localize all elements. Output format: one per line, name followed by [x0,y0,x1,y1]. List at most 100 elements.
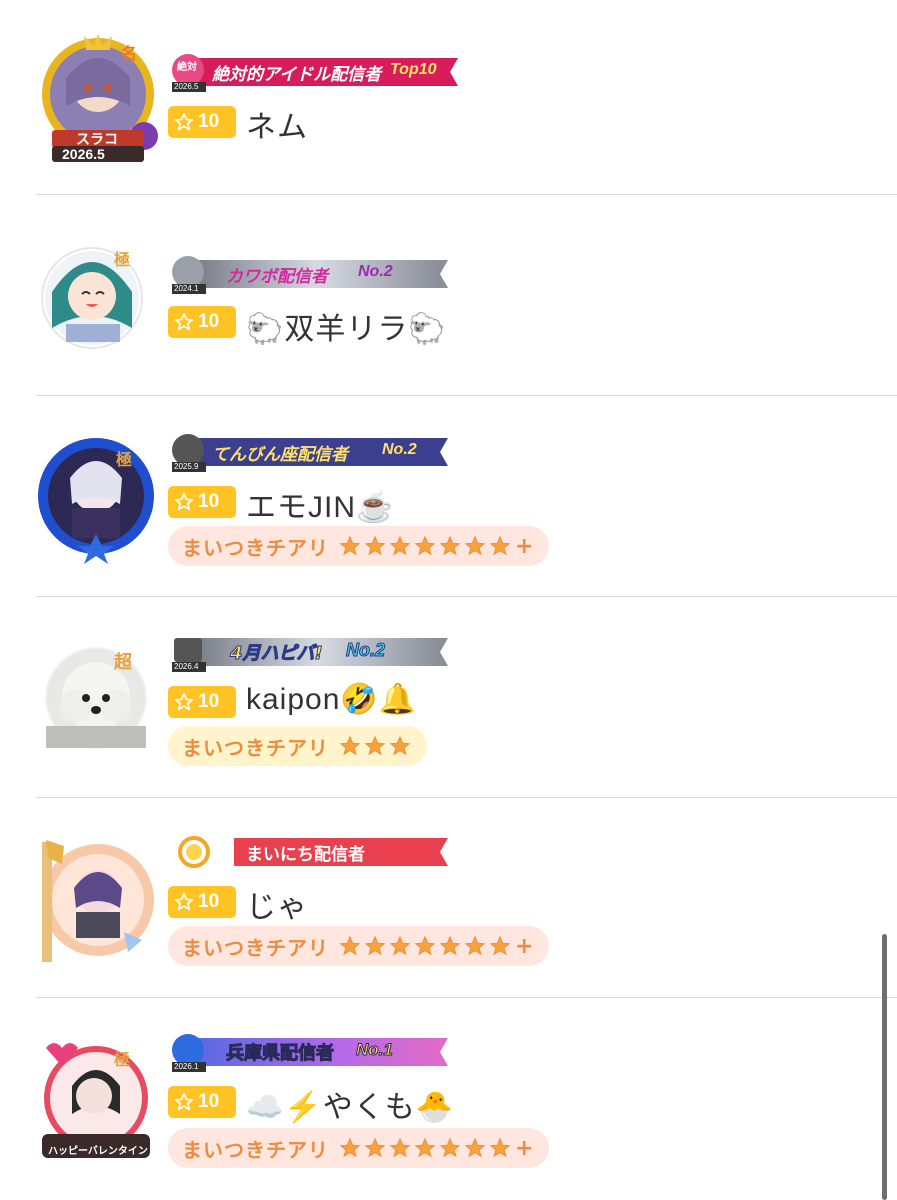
title-badge: 絶対 2026.5 絶対的アイドル配信者 Top10 [168,52,458,92]
badge-title: 兵庫県配信者 [226,1043,335,1065]
list-item[interactable]: 極 2025.9 てんびん座配信者 No.2 10 エモJIN☕ まいつきチアリ… [36,428,897,628]
level-badge: 10 [168,106,236,138]
level-number: 10 [198,891,220,912]
cheer-stars [339,735,411,757]
user-name[interactable]: kaipon🤣🔔 [246,682,417,717]
badge-date: 2025.9 [174,462,199,471]
badge-title: 4月ハピバ! [230,643,324,665]
star-icon [414,1137,436,1158]
user-name[interactable]: ☁️⚡️やくも🐣 [246,1082,454,1126]
avatar-image [45,647,147,749]
frame-date: 2026.5 [62,146,105,162]
star-icon [489,535,511,556]
list-item[interactable]: 極 ハッピーバレンタイン 2026.1 兵庫県配信者 No.1 10 ☁️⚡️や… [36,1028,897,1200]
star-icon [389,535,411,556]
avatar-image [42,840,154,962]
star-outline-icon [174,492,194,511]
star-outline-icon [174,692,194,711]
cheer-stars: + [339,934,533,959]
star-icon [464,1137,486,1158]
star-outline-icon [174,312,194,331]
star-icon [364,1137,386,1158]
cheer-stars: + [339,1136,533,1161]
star-icon [489,935,511,956]
cheer-label: まいつきチアリ [182,1137,329,1162]
user-name[interactable]: 🐑双羊リラ🐑 [246,304,447,348]
level-badge: 10 [168,1086,236,1118]
list-item[interactable]: まいにち配信者 10 じゃ まいつきチアリ + [36,828,897,1028]
scrollbar[interactable] [882,934,887,1200]
cake-icon [174,638,202,662]
level-badge: 10 [168,486,236,518]
user-name[interactable]: じゃ [246,882,308,926]
badge-suffix: No.2 [358,263,393,280]
level-number: 10 [198,311,220,332]
avatar[interactable]: 極 [36,232,166,372]
level-badge: 10 [168,886,236,918]
title-badge: 2024.1 カワボ配信者 No.2 [168,254,448,294]
avatar-image [38,438,154,564]
badge-date: 2026.1 [174,1062,199,1071]
star-icon [339,735,361,756]
star-icon [439,1137,461,1158]
star-icon [389,735,411,756]
badge-date: 2024.1 [174,284,199,293]
badge-date: 2026.5 [174,82,199,91]
star-icon [339,935,361,956]
avatar[interactable] [24,832,154,972]
level-badge: 10 [168,306,236,338]
star-icon [439,935,461,956]
star-icon [464,535,486,556]
divider [36,194,897,195]
level-number: 10 [198,1091,220,1112]
badge-suffix: Top10 [390,61,437,78]
star-icon [364,735,386,756]
avatar[interactable]: 極 ハッピーバレンタイン [36,1034,166,1174]
star-outline-icon [174,112,194,131]
rank-mark: 名 [121,44,138,63]
list-item[interactable]: 極 2024.1 カワボ配信者 No.2 10 🐑双羊リラ🐑 [36,228,897,428]
rank-mark: 極 [114,250,131,269]
title-badge: 2026.4 4月ハピバ! No.2 [168,632,448,672]
badge-suffix: No.1 [356,1040,394,1060]
cheer-badge: まいつきチアリ [168,726,427,766]
divider [36,395,897,396]
list-item[interactable]: 超 2026.4 4月ハピバ! No.2 10 kaipon🤣🔔 まいつきチアリ [36,628,897,828]
rank-mark: 極 [114,1050,131,1069]
level-badge: 10 [168,686,236,718]
star-icon [489,1137,511,1158]
cheer-stars: + [339,534,533,559]
rank-mark: 超 [114,652,132,673]
user-name[interactable]: ネム [246,102,308,146]
star-icon [389,1137,411,1158]
plus-mark: + [515,933,534,959]
badge-title: 絶対的アイドル配信者 [212,65,382,85]
star-icon [339,535,361,556]
rank-mark: 極 [116,450,133,469]
badge-date: 2026.4 [174,662,199,671]
star-icon [464,935,486,956]
badge-suffix: No.2 [345,640,386,661]
cheer-label: まいつきチアリ [182,935,329,960]
title-badge: まいにち配信者 [168,832,448,870]
divider [36,797,897,798]
plus-mark: + [515,533,534,559]
level-number: 10 [198,111,220,132]
badge-title: カワボ配信者 [226,267,328,287]
badge-title: てんびん座配信者 [212,445,348,465]
cheer-label: まいつきチアリ [182,535,329,560]
avatar[interactable]: 超 [36,636,166,776]
cheer-label: まいつきチアリ [182,735,329,760]
divider [36,596,897,597]
avatar[interactable]: 名 スラコ 2026.5 [36,28,166,168]
avatar[interactable]: 極 [36,434,166,574]
title-badge: 2025.9 てんびん座配信者 No.2 [168,432,448,472]
divider [36,997,897,998]
star-icon [414,935,436,956]
frame-text: ハッピーバレンタイン [48,1146,148,1157]
user-name[interactable]: エモJIN☕ [246,482,394,526]
star-icon [364,935,386,956]
avatar-image [41,247,143,349]
level-number: 10 [198,491,220,512]
star-icon [439,535,461,556]
